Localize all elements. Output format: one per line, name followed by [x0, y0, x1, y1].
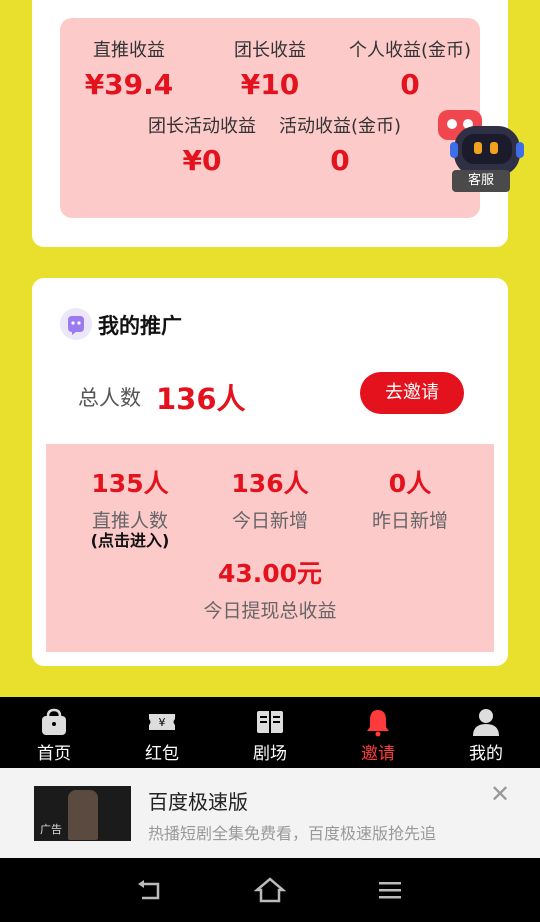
system-nav-bar: [0, 858, 540, 922]
invite-button[interactable]: 去邀请: [360, 372, 464, 414]
earning-leader-activity: 团长活动收益 ¥0: [132, 112, 272, 177]
menu-icon[interactable]: [374, 874, 406, 906]
earning-direct: 直推收益 ¥39.4: [60, 36, 198, 101]
stat-today-withdraw-value: 43.00元: [217, 559, 323, 588]
stat-yesterday-new-label: 昨日新增: [371, 510, 448, 532]
earnings-panel: 直推收益 ¥39.4 团长收益 ¥10 个人收益(金币) 0 团长活动收益 ¥0…: [60, 18, 480, 218]
stat-direct[interactable]: 135人 直推人数 (点击进入): [70, 464, 190, 551]
bottom-tab-bar: 首页 ¥ 红包 剧场 邀请 我的: [0, 697, 540, 768]
tab-redpacket[interactable]: ¥ 红包: [108, 697, 216, 768]
total-count-value: 136人: [156, 382, 246, 416]
stat-today-new: 136人 今日新增: [210, 464, 330, 533]
earning-personal: 个人收益(金币) 0: [340, 36, 480, 101]
earning-activity: 活动收益(金币) 0: [270, 112, 410, 177]
promotion-card: 我的推广 总人数 136人 去邀请 135人 直推人数 (点击进入) 136人 …: [32, 278, 508, 666]
earning-leader-label: 团长收益: [234, 40, 306, 61]
promotion-icon: [60, 308, 92, 340]
stat-yesterday-new-value: 0人: [388, 469, 432, 498]
tab-mine-label: 我的: [469, 744, 503, 764]
promotion-title: 我的推广: [98, 314, 182, 338]
tab-invite-label: 邀请: [361, 744, 395, 764]
stat-direct-hint: (点击进入): [90, 531, 170, 550]
ad-banner[interactable]: 广告 百度极速版 热播短剧全集免费看，百度极速版抢先追 ✕: [0, 768, 540, 858]
stat-today-withdraw-label: 今日提现总收益: [203, 600, 337, 622]
earning-direct-value: ¥39.4: [84, 68, 174, 101]
close-icon[interactable]: ✕: [490, 780, 510, 808]
earning-direct-label: 直推收益: [93, 40, 165, 61]
tab-home-label: 首页: [37, 744, 71, 764]
ad-title: 百度极速版: [148, 790, 248, 814]
tab-invite[interactable]: 邀请: [324, 697, 432, 768]
tab-theater[interactable]: 剧场: [216, 697, 324, 768]
tab-redpacket-label: 红包: [145, 744, 179, 764]
ad-thumbnail-figure: [68, 790, 98, 840]
stat-today-new-value: 136人: [231, 469, 309, 498]
earning-leader-activity-value: ¥0: [182, 144, 222, 177]
stat-today-new-label: 今日新增: [231, 510, 308, 532]
ad-thumbnail: 广告: [34, 786, 131, 841]
stat-direct-value: 135人: [91, 469, 169, 498]
home-bag-icon: [42, 708, 66, 735]
earning-leader: 团长收益 ¥10: [200, 36, 340, 101]
ad-description: 热播短剧全集免费看，百度极速版抢先追: [148, 824, 437, 843]
book-icon: [257, 711, 283, 733]
tab-mine[interactable]: 我的: [432, 697, 540, 768]
ad-tag: 广告: [40, 823, 62, 836]
customer-service-label: 客服: [452, 170, 510, 192]
earning-personal-value: 0: [400, 68, 420, 101]
user-icon: [473, 709, 499, 736]
promotion-stats-panel: 135人 直推人数 (点击进入) 136人 今日新增 0人 昨日新增 43.00…: [46, 444, 494, 652]
earning-activity-label: 活动收益(金币): [278, 116, 402, 137]
ticket-icon: ¥: [149, 714, 175, 730]
customer-service-button[interactable]: 客服: [436, 104, 528, 196]
earning-personal-label: 个人收益(金币): [348, 40, 472, 61]
home-icon[interactable]: [254, 874, 286, 906]
tab-theater-label: 剧场: [253, 744, 287, 764]
stat-yesterday-new: 0人 昨日新增: [350, 464, 470, 533]
svg-text:¥: ¥: [159, 716, 166, 729]
tab-home[interactable]: 首页: [0, 697, 108, 768]
bell-icon: [367, 710, 389, 737]
back-icon[interactable]: [134, 874, 166, 906]
stat-today-withdraw: 43.00元 今日提现总收益: [180, 554, 360, 623]
total-count-label: 总人数: [78, 386, 141, 410]
earning-activity-value: 0: [330, 144, 350, 177]
earning-leader-value: ¥10: [240, 68, 300, 101]
earning-leader-activity-label: 团长活动收益: [148, 116, 256, 137]
